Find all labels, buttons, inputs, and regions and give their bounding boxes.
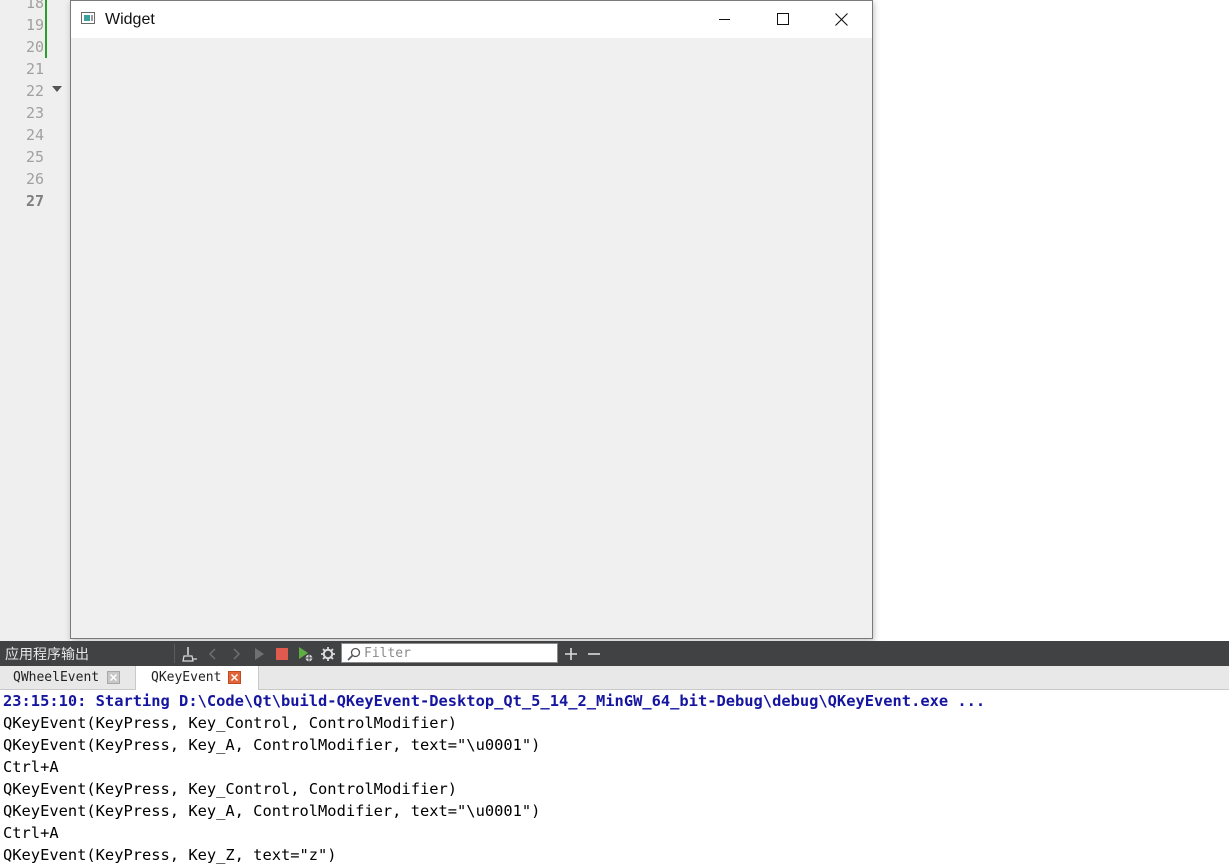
- output-line: QKeyEvent(KeyPress, Key_Control, Control…: [3, 714, 458, 732]
- line-number: 21: [25, 60, 44, 78]
- output-line: Ctrl+A: [3, 758, 59, 776]
- clean-output-button[interactable]: [180, 644, 200, 663]
- attach-debugger-button[interactable]: [295, 644, 315, 663]
- maximize-icon: [777, 13, 789, 25]
- maximize-button[interactable]: [754, 1, 812, 38]
- fold-arrow-icon[interactable]: [52, 86, 62, 92]
- output-status-line: 23:15:10: Starting D:\Code\Qt\build-QKey…: [3, 692, 986, 710]
- settings-button[interactable]: [318, 644, 338, 663]
- previous-item-button[interactable]: [203, 644, 223, 663]
- window-title: Widget: [105, 11, 155, 28]
- output-line: Ctrl+A: [3, 824, 59, 842]
- widget-client-area[interactable]: [71, 38, 872, 638]
- tab-label: QKeyEvent: [151, 670, 222, 685]
- line-number: 23: [25, 104, 44, 122]
- rerun-button[interactable]: [249, 644, 269, 663]
- previous-item-icon: [208, 648, 216, 660]
- next-item-button[interactable]: [226, 644, 246, 663]
- close-icon: [835, 13, 848, 26]
- close-tab-button[interactable]: [107, 671, 120, 684]
- minimize-icon: [719, 19, 730, 20]
- widget-window[interactable]: Widget: [70, 0, 873, 639]
- output-line: QKeyEvent(KeyPress, Key_A, ControlModifi…: [3, 736, 541, 754]
- run-icon: [255, 648, 264, 660]
- output-line: QKeyEvent(KeyPress, Key_Z, text="z"): [3, 846, 337, 864]
- app-window-icon: [81, 12, 95, 24]
- tab-label: QWheelEvent: [13, 670, 100, 685]
- line-number: 18: [25, 0, 44, 12]
- tab-qwheelevent[interactable]: QWheelEvent: [0, 666, 136, 689]
- settings-icon: [321, 647, 335, 661]
- toolbar-separator: [174, 644, 175, 663]
- line-number: 24: [25, 126, 44, 144]
- line-number: 25: [25, 148, 44, 166]
- line-number: 19: [25, 16, 44, 34]
- zoom-out-button[interactable]: [584, 644, 604, 663]
- line-number: 22: [25, 82, 44, 100]
- output-tab-bar: QWheelEvent QKeyEvent: [0, 666, 1229, 690]
- close-icon: [110, 674, 117, 681]
- change-marker: [45, 0, 47, 58]
- tab-qkeyevent[interactable]: QKeyEvent: [136, 666, 259, 690]
- zoom-in-icon: [565, 648, 577, 660]
- line-number: 26: [25, 170, 44, 188]
- zoom-in-button[interactable]: [561, 644, 581, 663]
- window-titlebar[interactable]: Widget: [71, 1, 872, 38]
- close-window-button[interactable]: [812, 1, 870, 38]
- line-number-gutter: 18 19 20 21 22 23 24 25 26 27: [0, 0, 70, 641]
- line-number: 20: [25, 38, 44, 56]
- output-pane-title: 应用程序输出: [5, 646, 89, 662]
- stop-icon: [276, 648, 288, 660]
- filter-input[interactable]: [364, 645, 554, 661]
- close-tab-button[interactable]: [228, 671, 241, 684]
- search-icon: [347, 647, 361, 661]
- clean-output-icon: [182, 647, 197, 662]
- zoom-out-icon: [588, 653, 600, 655]
- filter-field[interactable]: [341, 643, 558, 663]
- output-pane-toolbar: 应用程序输出: [0, 641, 1229, 666]
- output-line: QKeyEvent(KeyPress, Key_Control, Control…: [3, 780, 458, 798]
- stop-button[interactable]: [272, 644, 292, 663]
- application-output[interactable]: 23:15:10: Starting D:\Code\Qt\build-QKey…: [0, 690, 1229, 867]
- next-item-icon: [233, 648, 241, 660]
- output-line: QKeyEvent(KeyPress, Key_A, ControlModifi…: [3, 802, 541, 820]
- debug-run-icon: [299, 647, 313, 662]
- minimize-button[interactable]: [696, 1, 754, 38]
- close-icon: [231, 674, 238, 681]
- current-line-number: 27: [25, 192, 44, 210]
